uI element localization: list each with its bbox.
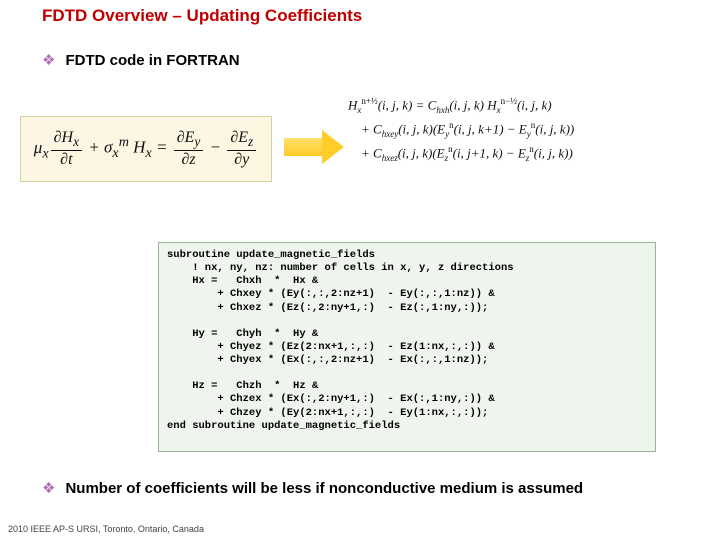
page-title: FDTD Overview – Updating Coefficients — [42, 6, 362, 26]
code-line-13: end subroutine update_magnetic_fields — [167, 420, 400, 432]
equation-right-line-2: + Chxez(i, j, k)(Ezn(i, j+1, k) − Ezn(i,… — [348, 142, 706, 166]
equation-left-content: μx∂Hx∂t + σxm Hx = ∂Ey∂z − ∂Ez∂y — [34, 130, 258, 168]
slide: FDTD Overview – Updating Coefficients ❖ … — [0, 0, 720, 540]
code-line-1: ! nx, ny, nz: number of cells in x, y, z… — [167, 262, 514, 274]
diamond-bullet-icon: ❖ — [42, 53, 55, 69]
code-line-6: Hy = Chyh * Hy & — [167, 328, 318, 340]
diamond-bullet-icon: ❖ — [42, 481, 55, 497]
arrow-body — [284, 138, 322, 156]
code-block: subroutine update_magnetic_fields ! nx, … — [158, 242, 656, 452]
bullet-2-text: Number of coefficients will be less if n… — [65, 480, 583, 497]
code-line-12: + Chzey * (Ey(2:nx+1,:,:) - Ey(1:nx,:,:)… — [167, 407, 488, 419]
bullet-2: ❖ Number of coefficients will be less if… — [42, 480, 583, 497]
bullet-1-text: FDTD code in FORTRAN — [65, 52, 239, 69]
code-line-11: + Chzex * (Ex(:,2:ny+1,:) - Ex(:,1:ny,:)… — [167, 393, 495, 405]
code-line-2: Hx = Chxh * Hx & — [167, 275, 318, 287]
equation-left-box: μx∂Hx∂t + σxm Hx = ∂Ey∂z − ∂Ez∂y — [20, 116, 272, 182]
equation-right-line-0: Hxn+½(i, j, k) = Chxh(i, j, k) Hxn−½(i, … — [348, 94, 706, 118]
equation-right: Hxn+½(i, j, k) = Chxh(i, j, k) Hxn−½(i, … — [348, 94, 706, 167]
code-line-0: subroutine update_magnetic_fields — [167, 249, 375, 261]
code-line-7: + Chyez * (Ez(2:nx+1,:,:) - Ez(1:nx,:,:)… — [167, 341, 495, 353]
code-line-8: + Chyex * (Ex(:,:,2:nz+1) - Ex(:,:,1:nz)… — [167, 354, 488, 366]
code-line-10: Hz = Chzh * Hz & — [167, 380, 318, 392]
bullet-1: ❖ FDTD code in FORTRAN — [42, 52, 240, 69]
arrow-head — [322, 130, 344, 164]
footer-text: 2010 IEEE AP-S URSI, Toronto, Ontario, C… — [8, 524, 204, 534]
code-line-3: + Chxey * (Ey(:,:,2:nz+1) - Ey(:,:,1:nz)… — [167, 288, 495, 300]
code-line-4: + Chxez * (Ez(:,2:ny+1,:) - Ez(:,1:ny,:)… — [167, 302, 488, 314]
equation-right-line-1: + Chxey(i, j, k)(Eyn(i, j, k+1) − Eyn(i,… — [348, 118, 706, 142]
